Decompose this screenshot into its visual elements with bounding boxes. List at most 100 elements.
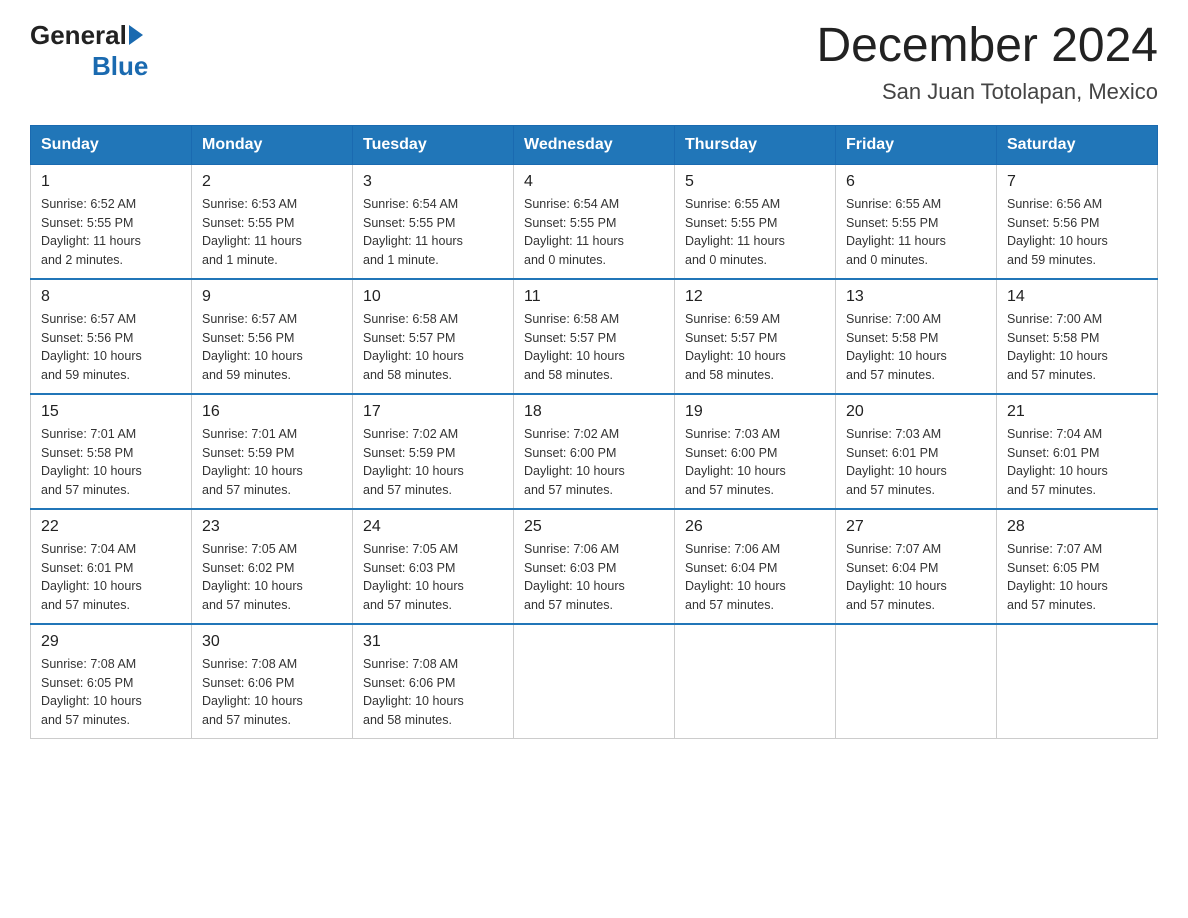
calendar-cell: 13Sunrise: 7:00 AM Sunset: 5:58 PM Dayli…: [836, 279, 997, 394]
day-number: 22: [41, 518, 181, 536]
calendar-cell: 5Sunrise: 6:55 AM Sunset: 5:55 PM Daylig…: [675, 164, 836, 279]
day-info: Sunrise: 7:01 AM Sunset: 5:59 PM Dayligh…: [202, 425, 342, 500]
calendar-cell: 4Sunrise: 6:54 AM Sunset: 5:55 PM Daylig…: [514, 164, 675, 279]
day-info: Sunrise: 6:54 AM Sunset: 5:55 PM Dayligh…: [363, 195, 503, 270]
day-number: 20: [846, 403, 986, 421]
calendar-cell: 3 Sunrise: 6:54 AM Sunset: 5:55 PM Daylig…: [353, 164, 514, 279]
day-info: Sunrise: 7:00 AM Sunset: 5:58 PM Dayligh…: [1007, 310, 1147, 385]
calendar-cell: 15 Sunrise: 7:01 AM Sunset: 5:58 PM Dayli…: [31, 394, 192, 509]
day-number: 27: [846, 518, 986, 536]
day-info: Sunrise: 7:06 AM Sunset: 6:04 PM Dayligh…: [685, 540, 825, 615]
day-info: Sunrise: 6:56 AM Sunset: 5:56 PM Dayligh…: [1007, 195, 1147, 270]
logo-blue: Blue: [92, 51, 148, 82]
calendar-cell: 18 Sunrise: 7:02 AM Sunset: 6:00 PM Dayli…: [514, 394, 675, 509]
day-number: 1: [41, 173, 181, 191]
day-number: 29: [41, 633, 181, 651]
day-info: Sunrise: 6:58 AM Sunset: 5:57 PM Dayligh…: [363, 310, 503, 385]
day-number: 14: [1007, 288, 1147, 306]
calendar-cell: [675, 624, 836, 739]
calendar-cell: 12Sunrise: 6:59 AM Sunset: 5:57 PM Dayli…: [675, 279, 836, 394]
calendar-title-section: December 2024 San Juan Totolapan, Mexico: [816, 20, 1158, 105]
day-info: Sunrise: 7:01 AM Sunset: 5:58 PM Dayligh…: [41, 425, 181, 500]
day-number: 25: [524, 518, 664, 536]
calendar-cell: 30 Sunrise: 7:08 AM Sunset: 6:06 PM Dayli…: [192, 624, 353, 739]
calendar-cell: 25 Sunrise: 7:06 AM Sunset: 6:03 PM Dayli…: [514, 509, 675, 624]
day-info: Sunrise: 7:00 AM Sunset: 5:58 PM Dayligh…: [846, 310, 986, 385]
day-number: 5: [685, 173, 825, 191]
day-number: 31: [363, 633, 503, 651]
day-info: Sunrise: 7:04 AM Sunset: 6:01 PM Dayligh…: [41, 540, 181, 615]
calendar-cell: 6 Sunrise: 6:55 AM Sunset: 5:55 PM Daylig…: [836, 164, 997, 279]
day-info: Sunrise: 7:02 AM Sunset: 6:00 PM Dayligh…: [524, 425, 664, 500]
calendar-title: December 2024: [816, 20, 1158, 73]
calendar-cell: 27 Sunrise: 7:07 AM Sunset: 6:04 PM Dayli…: [836, 509, 997, 624]
calendar-header-row: SundayMondayTuesdayWednesdayThursdayFrid…: [31, 125, 1158, 164]
day-number: 6: [846, 173, 986, 191]
calendar-cell: 2 Sunrise: 6:53 AM Sunset: 5:55 PM Daylig…: [192, 164, 353, 279]
day-number: 10: [363, 288, 503, 306]
calendar-cell: 29 Sunrise: 7:08 AM Sunset: 6:05 PM Dayli…: [31, 624, 192, 739]
day-number: 26: [685, 518, 825, 536]
header-tuesday: Tuesday: [353, 125, 514, 164]
day-info: Sunrise: 6:52 AM Sunset: 5:55 PM Dayligh…: [41, 195, 181, 270]
calendar-week-2: 8 Sunrise: 6:57 AM Sunset: 5:56 PM Daylig…: [31, 279, 1158, 394]
day-info: Sunrise: 7:03 AM Sunset: 6:01 PM Dayligh…: [846, 425, 986, 500]
calendar-cell: 24 Sunrise: 7:05 AM Sunset: 6:03 PM Dayli…: [353, 509, 514, 624]
day-info: Sunrise: 6:53 AM Sunset: 5:55 PM Dayligh…: [202, 195, 342, 270]
day-number: 18: [524, 403, 664, 421]
day-number: 17: [363, 403, 503, 421]
header-wednesday: Wednesday: [514, 125, 675, 164]
day-info: Sunrise: 7:03 AM Sunset: 6:00 PM Dayligh…: [685, 425, 825, 500]
calendar-week-5: 29 Sunrise: 7:08 AM Sunset: 6:05 PM Dayli…: [31, 624, 1158, 739]
calendar-cell: 16 Sunrise: 7:01 AM Sunset: 5:59 PM Dayli…: [192, 394, 353, 509]
calendar-cell: 7Sunrise: 6:56 AM Sunset: 5:56 PM Daylig…: [997, 164, 1158, 279]
day-number: 3: [363, 173, 503, 191]
day-number: 30: [202, 633, 342, 651]
logo-arrow-icon: [129, 25, 143, 45]
calendar-cell: 21 Sunrise: 7:04 AM Sunset: 6:01 PM Dayli…: [997, 394, 1158, 509]
day-info: Sunrise: 6:57 AM Sunset: 5:56 PM Dayligh…: [202, 310, 342, 385]
header-friday: Friday: [836, 125, 997, 164]
day-number: 8: [41, 288, 181, 306]
day-info: Sunrise: 6:58 AM Sunset: 5:57 PM Dayligh…: [524, 310, 664, 385]
day-info: Sunrise: 7:08 AM Sunset: 6:06 PM Dayligh…: [202, 655, 342, 730]
day-info: Sunrise: 7:05 AM Sunset: 6:02 PM Dayligh…: [202, 540, 342, 615]
day-number: 11: [524, 288, 664, 306]
day-info: Sunrise: 6:55 AM Sunset: 5:55 PM Dayligh…: [846, 195, 986, 270]
day-number: 2: [202, 173, 342, 191]
day-number: 15: [41, 403, 181, 421]
day-info: Sunrise: 7:04 AM Sunset: 6:01 PM Dayligh…: [1007, 425, 1147, 500]
calendar-subtitle: San Juan Totolapan, Mexico: [816, 79, 1158, 105]
calendar-cell: 11 Sunrise: 6:58 AM Sunset: 5:57 PM Dayli…: [514, 279, 675, 394]
day-number: 4: [524, 173, 664, 191]
calendar-cell: 8Sunrise: 6:57 AM Sunset: 5:56 PM Daylig…: [31, 279, 192, 394]
calendar-week-3: 15 Sunrise: 7:01 AM Sunset: 5:58 PM Dayli…: [31, 394, 1158, 509]
day-info: Sunrise: 7:08 AM Sunset: 6:05 PM Dayligh…: [41, 655, 181, 730]
calendar-cell: 31Sunrise: 7:08 AM Sunset: 6:06 PM Dayli…: [353, 624, 514, 739]
day-info: Sunrise: 7:06 AM Sunset: 6:03 PM Dayligh…: [524, 540, 664, 615]
day-info: Sunrise: 7:07 AM Sunset: 6:05 PM Dayligh…: [1007, 540, 1147, 615]
day-info: Sunrise: 7:05 AM Sunset: 6:03 PM Dayligh…: [363, 540, 503, 615]
day-number: 19: [685, 403, 825, 421]
day-number: 9: [202, 288, 342, 306]
day-number: 23: [202, 518, 342, 536]
calendar-cell: 19 Sunrise: 7:03 AM Sunset: 6:00 PM Dayli…: [675, 394, 836, 509]
header-sunday: Sunday: [31, 125, 192, 164]
header-thursday: Thursday: [675, 125, 836, 164]
day-number: 16: [202, 403, 342, 421]
calendar-week-1: 1 Sunrise: 6:52 AM Sunset: 5:55 PM Daylig…: [31, 164, 1158, 279]
day-number: 12: [685, 288, 825, 306]
day-info: Sunrise: 7:07 AM Sunset: 6:04 PM Dayligh…: [846, 540, 986, 615]
day-info: Sunrise: 7:02 AM Sunset: 5:59 PM Dayligh…: [363, 425, 503, 500]
logo-general: General: [30, 20, 127, 51]
calendar-cell: 22 Sunrise: 7:04 AM Sunset: 6:01 PM Dayli…: [31, 509, 192, 624]
calendar-cell: [997, 624, 1158, 739]
day-number: 24: [363, 518, 503, 536]
calendar-cell: [836, 624, 997, 739]
calendar-cell: 28Sunrise: 7:07 AM Sunset: 6:05 PM Dayli…: [997, 509, 1158, 624]
page-header: General Blue December 2024 San Juan Toto…: [30, 20, 1158, 105]
header-monday: Monday: [192, 125, 353, 164]
calendar-week-4: 22 Sunrise: 7:04 AM Sunset: 6:01 PM Dayli…: [31, 509, 1158, 624]
day-number: 21: [1007, 403, 1147, 421]
calendar-cell: 20 Sunrise: 7:03 AM Sunset: 6:01 PM Dayli…: [836, 394, 997, 509]
